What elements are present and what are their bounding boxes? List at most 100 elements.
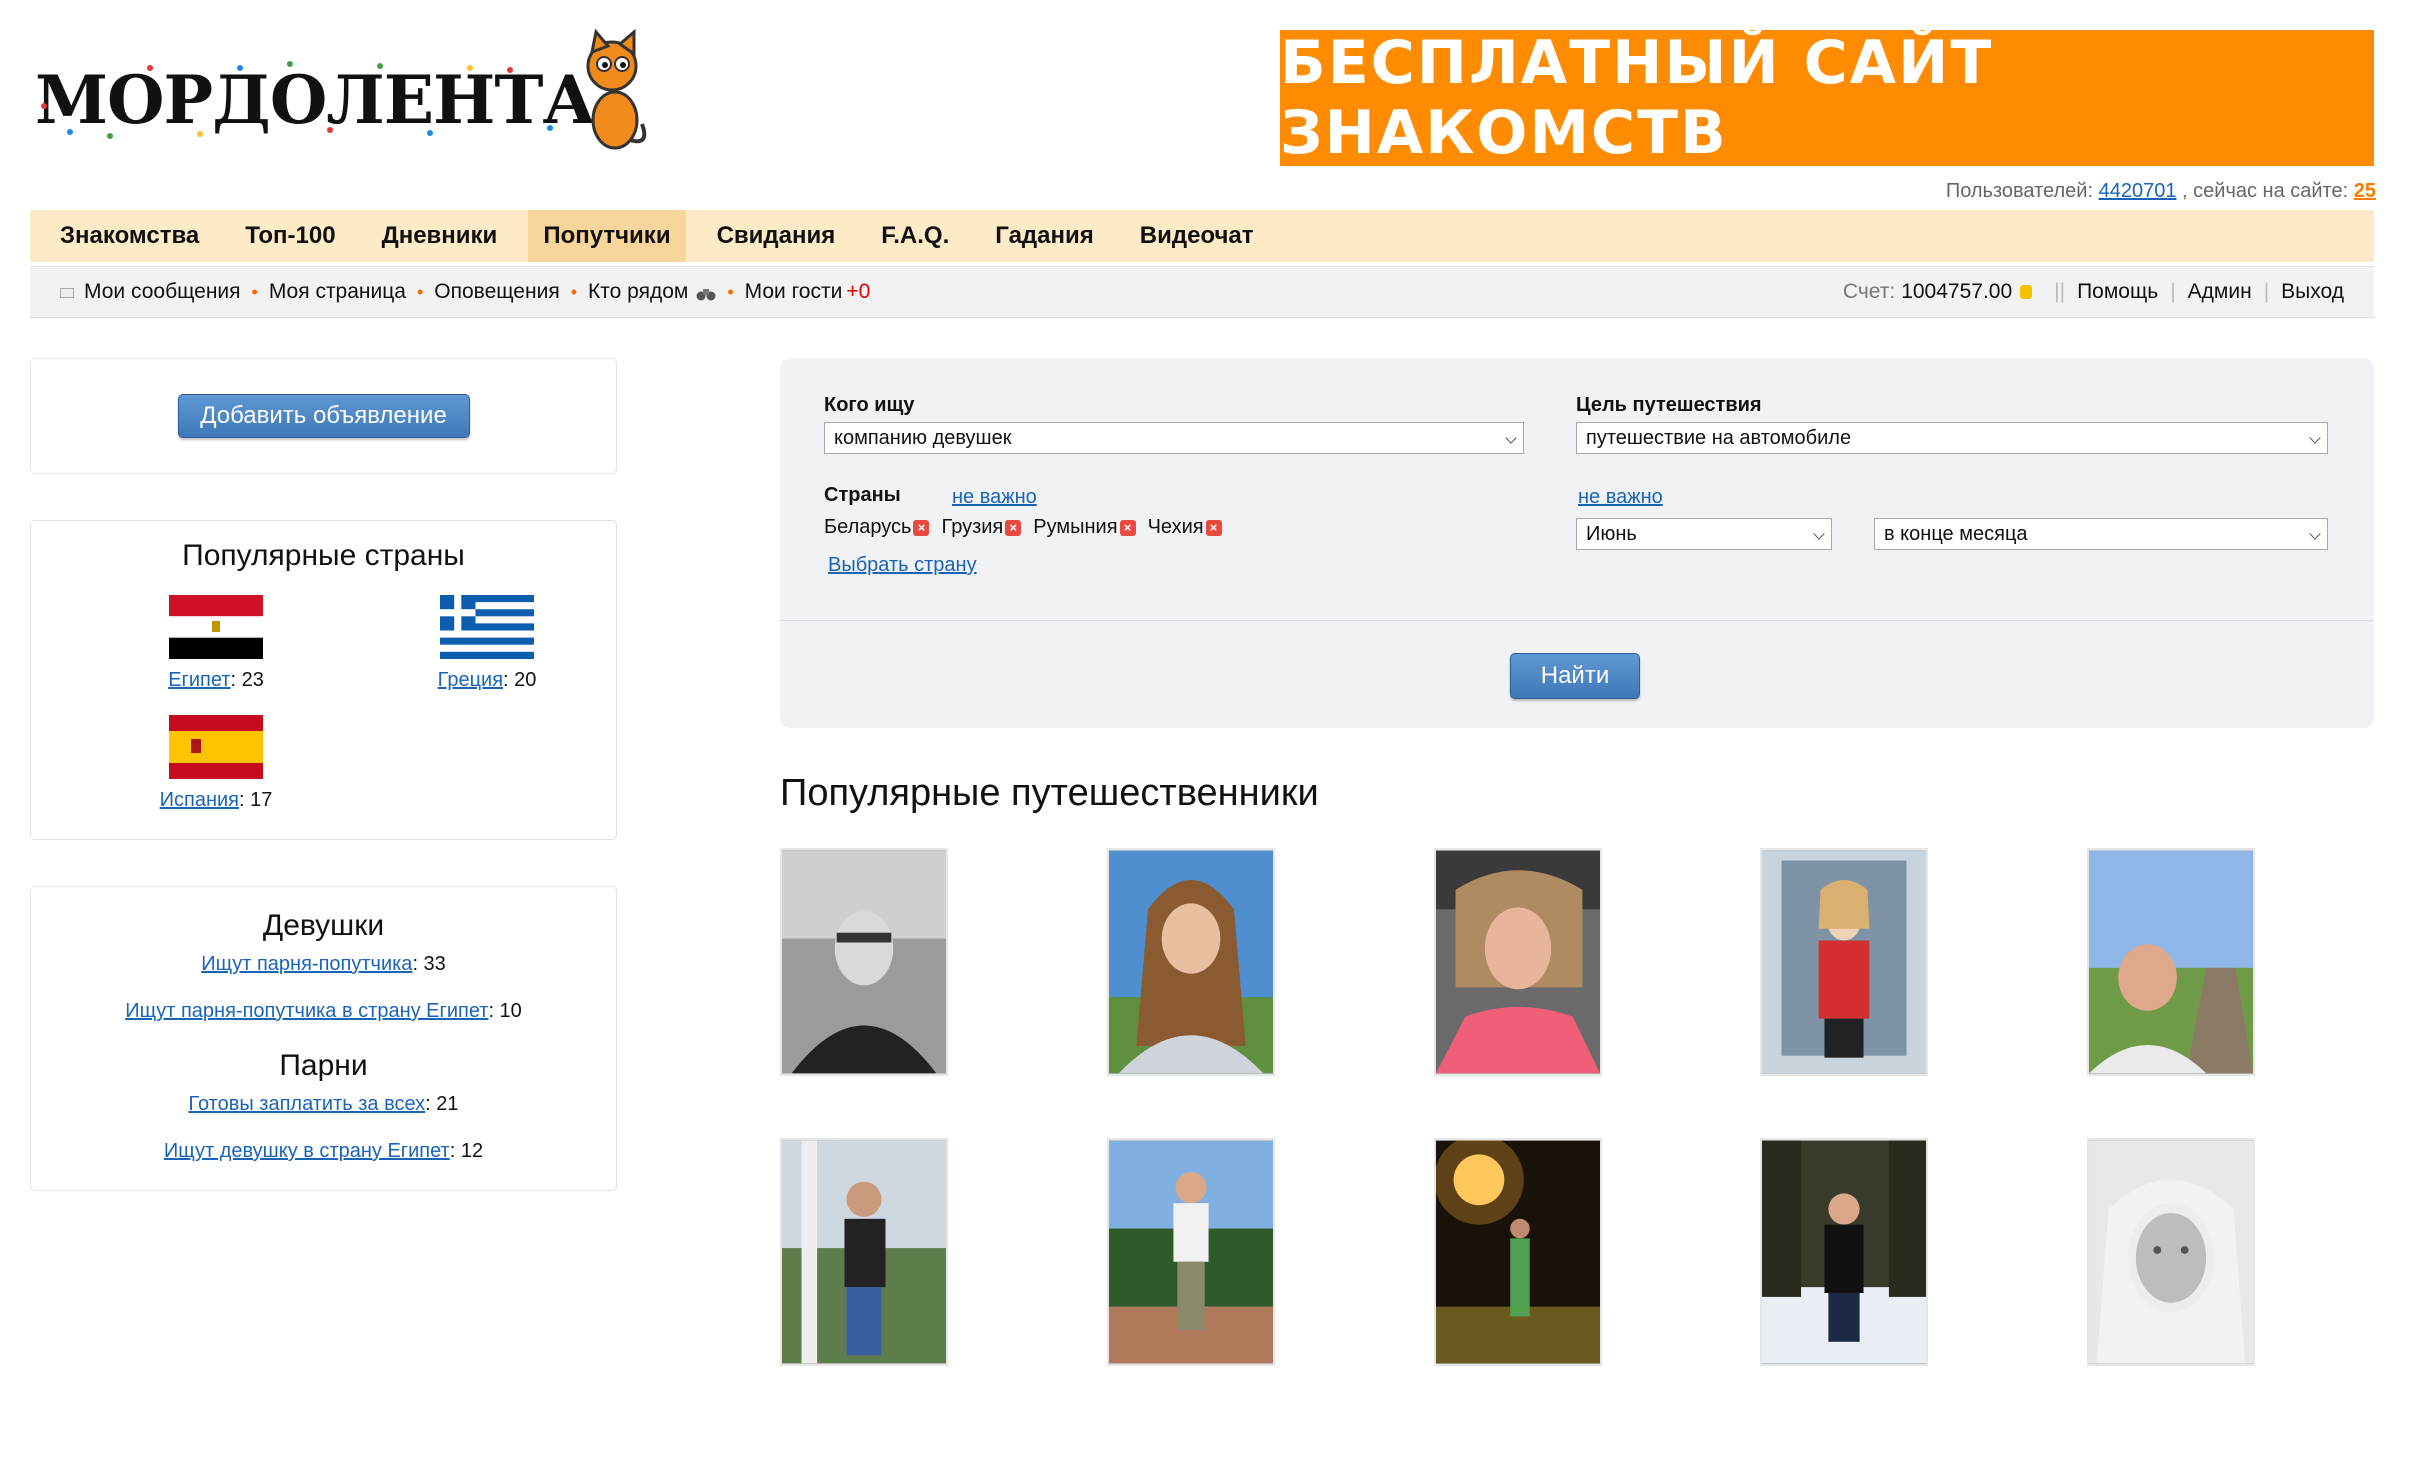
nav-videochat[interactable]: Видеочат <box>1125 210 1269 262</box>
remove-icon[interactable]: × <box>1119 519 1136 536</box>
countries-label: Страны <box>824 484 901 506</box>
user-sub-nav: Мои сообщения • Моя страница • Оповещени… <box>30 266 2374 318</box>
country-egypt-link[interactable]: Египет <box>168 669 230 691</box>
nav-dates[interactable]: Свидания <box>702 210 851 262</box>
nav-top100[interactable]: Топ-100 <box>230 210 350 262</box>
remove-icon[interactable]: × <box>913 519 930 536</box>
users-count-link[interactable]: 4420701 <box>2099 180 2177 202</box>
chevron-down-icon <box>1813 528 1825 540</box>
month-select[interactable]: Июнь <box>1576 518 1832 550</box>
countries-any-link[interactable]: не важно <box>952 486 1037 509</box>
chevron-down-icon <box>2309 528 2321 540</box>
free-dating-banner[interactable]: БЕСПЛАТНЫЙ САЙТ ЗНАКОМСТВ <box>1280 28 2374 168</box>
girls-seek-guy-egypt-count: : 10 <box>488 1000 522 1022</box>
country-greece-count: : 20 <box>503 669 537 691</box>
users-label: Пользователей: <box>1945 180 2094 202</box>
chip-label: Чехия <box>1147 516 1204 538</box>
my-page-link[interactable]: Моя страница <box>269 280 406 304</box>
country-greece-link[interactable]: Греция <box>438 669 503 691</box>
score-value: 1004757.00 <box>1901 280 2013 303</box>
traveler-photo-6[interactable] <box>780 1138 948 1366</box>
guys-seek-girl-egypt-link[interactable]: Ищут девушку в страну Египет <box>164 1140 450 1162</box>
add-listing-box: Добавить объявление <box>30 358 617 474</box>
girls-seek-guy-link[interactable]: Ищут парня-попутчика <box>201 953 412 975</box>
my-guests-link[interactable]: Мои гости <box>745 280 843 304</box>
banner-text: БЕСПЛАТНЫЙ САЙТ ЗНАКОМСТВ <box>1280 28 1994 168</box>
country-spain-count: : 17 <box>239 789 273 811</box>
country-greece: Греция: 20 <box>387 595 587 692</box>
logout-link[interactable]: Выход <box>2281 280 2344 304</box>
travel-search-panel: Кого ищу компанию девушек Цель путешеств… <box>780 358 2374 728</box>
online-label: , сейчас на сайте: <box>2182 180 2349 202</box>
country-egypt-count: : 23 <box>230 669 264 691</box>
country-chip-georgia: Грузия × <box>941 516 1022 539</box>
guys-pay-for-all-count: : 21 <box>425 1093 459 1115</box>
remove-icon[interactable]: × <box>1005 519 1022 536</box>
country-chip-romania: Румыния × <box>1033 516 1136 539</box>
guys-seek-girl-egypt-count: : 12 <box>449 1140 484 1162</box>
spain-flag-icon[interactable] <box>169 715 263 779</box>
who-select[interactable]: компанию девушек <box>824 422 1524 454</box>
guys-pay-for-all-link[interactable]: Готовы заплатить за всех <box>188 1093 425 1115</box>
traveler-photo-9[interactable] <box>1760 1138 1928 1366</box>
popular-countries-title: Популярные страны <box>182 539 465 572</box>
country-spain-link[interactable]: Испания <box>160 789 239 811</box>
nav-fortune-telling[interactable]: Гадания <box>980 210 1108 262</box>
chip-label: Грузия <box>941 516 1004 538</box>
choose-country-link[interactable]: Выбрать страну <box>828 554 977 577</box>
chevron-down-icon <box>1505 432 1517 444</box>
add-listing-button[interactable]: Добавить объявление <box>177 394 470 438</box>
traveler-photo-8[interactable] <box>1434 1138 1602 1366</box>
country-spain: Испания: 17 <box>116 715 316 812</box>
month-select-value: Июнь <box>1586 523 1637 545</box>
binoculars-icon <box>696 289 716 301</box>
nav-faq[interactable]: F.A.Q. <box>866 210 964 262</box>
popular-countries-box: Популярные страны Египет: 23 Греция: 20 … <box>30 520 617 840</box>
admin-link[interactable]: Админ <box>2188 280 2252 304</box>
date-any-link[interactable]: не важно <box>1578 486 1663 509</box>
traveler-photo-2[interactable] <box>1107 848 1275 1076</box>
chip-label: Румыния <box>1033 516 1118 538</box>
country-chip-belarus: Беларусь × <box>824 516 930 539</box>
main-nav: Знакомства Топ-100 Дневники Попутчики Св… <box>30 210 2374 262</box>
traveler-photo-10[interactable] <box>2087 1138 2255 1366</box>
online-count-link[interactable]: 25 <box>2354 180 2376 202</box>
goal-label: Цель путешествия <box>1576 394 1762 416</box>
girls-title: Девушки <box>262 909 385 942</box>
bullet-separator: • <box>416 281 424 302</box>
egypt-flag-icon[interactable] <box>169 595 263 659</box>
nearby-link[interactable]: Кто рядом <box>588 280 688 304</box>
traveler-photo-3[interactable] <box>1434 848 1602 1076</box>
separator: | <box>2170 280 2176 303</box>
notifications-link[interactable]: Оповещения <box>434 280 559 304</box>
country-chip-czechia: Чехия × <box>1148 516 1222 539</box>
who-select-value: компанию девушек <box>834 427 1012 449</box>
goal-select[interactable]: путешествие на автомобиле <box>1576 422 2328 454</box>
nav-fellow-travelers[interactable]: Попутчики <box>528 210 686 262</box>
my-messages-link[interactable]: Мои сообщения <box>84 280 241 304</box>
guys-title: Парни <box>279 1049 368 1082</box>
girls-seek-guy-count: : 33 <box>412 953 446 975</box>
cat-mascot-icon <box>586 28 647 150</box>
greece-flag-icon[interactable] <box>440 595 534 659</box>
nav-diaries[interactable]: Дневники <box>367 210 513 262</box>
separator: || <box>2054 280 2066 303</box>
site-logo[interactable]: МОРДОЛЕНТА <box>30 28 650 153</box>
traveler-photo-1[interactable] <box>780 848 948 1076</box>
period-select[interactable]: в конце месяца <box>1874 518 2328 550</box>
coin-icon <box>2020 285 2033 299</box>
remove-icon[interactable]: × <box>1205 519 1222 536</box>
traveler-photo-5[interactable] <box>2087 848 2255 1076</box>
traveler-photo-4[interactable] <box>1760 848 1928 1076</box>
logo-text: МОРДОЛЕНТА <box>35 61 596 139</box>
nav-dating[interactable]: Знакомства <box>45 210 214 262</box>
traveler-photo-7[interactable] <box>1107 1138 1275 1366</box>
find-button[interactable]: Найти <box>1510 653 1640 699</box>
girls-seek-guy-egypt-link[interactable]: Ищут парня-попутчика в страну Египет <box>125 1000 488 1022</box>
period-select-value: в конце месяца <box>1884 523 2028 545</box>
help-link[interactable]: Помощь <box>2077 280 2158 304</box>
bullet-separator: • <box>251 281 258 302</box>
popular-travelers-title: Популярные путешественники <box>780 772 1319 814</box>
goal-select-value: путешествие на автомобиле <box>1586 427 1852 449</box>
bullet-separator: • <box>727 281 734 302</box>
